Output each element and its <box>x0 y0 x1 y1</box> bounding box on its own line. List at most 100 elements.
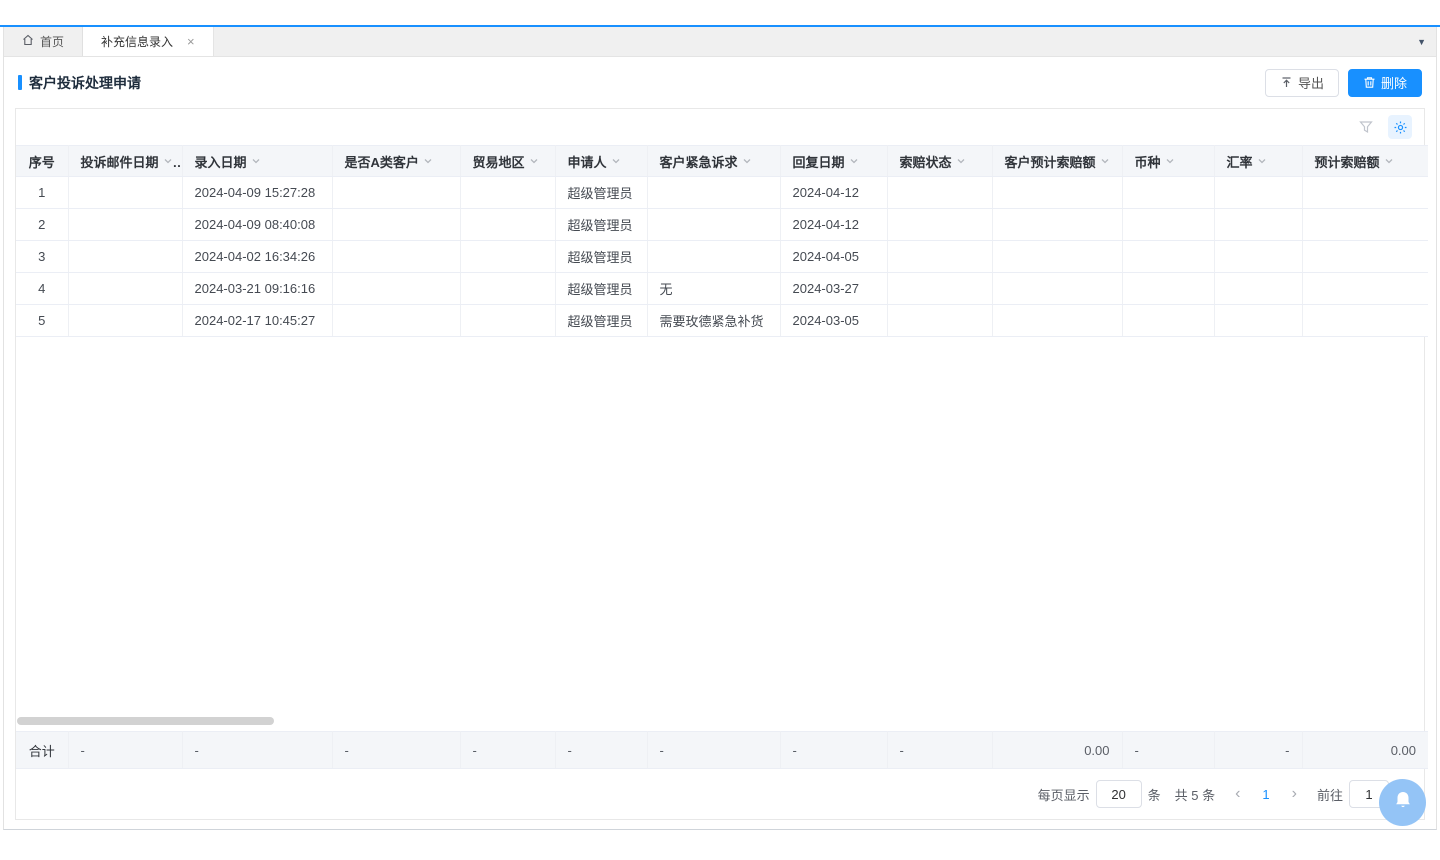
table-cell: 2024-04-12 <box>780 177 887 209</box>
table-cell <box>1122 305 1214 337</box>
table-header-cell[interactable]: 申请人 <box>555 146 647 177</box>
table-cell <box>1214 241 1302 273</box>
notification-fab[interactable] <box>1379 779 1426 826</box>
summary-cell: - <box>332 732 460 769</box>
next-page-icon[interactable]: › <box>1286 786 1303 802</box>
summary-cell: - <box>555 732 647 769</box>
summary-cell: - <box>1214 732 1302 769</box>
table-cell <box>647 209 780 241</box>
bell-icon <box>1392 789 1414 816</box>
table-cell <box>992 241 1122 273</box>
table-row[interactable]: 32024-04-02 16:34:26超级管理员2024-04-05 <box>16 241 1428 273</box>
table-row[interactable]: 42024-03-21 09:16:16超级管理员无2024-03-27 <box>16 273 1428 305</box>
table-row[interactable]: 52024-02-17 10:45:27超级管理员需要玫德紧急补货2024-03… <box>16 305 1428 337</box>
delete-button[interactable]: 删除 <box>1348 69 1422 97</box>
table-cell: 4 <box>16 273 68 305</box>
table-cell <box>460 273 555 305</box>
title-actions: 导出 删除 <box>1265 69 1422 97</box>
filter-icon[interactable] <box>1354 115 1378 139</box>
tab-home[interactable]: 首页 <box>4 27 83 56</box>
summary-cell: - <box>182 732 332 769</box>
table-header-cell[interactable]: 汇率 <box>1214 146 1302 177</box>
table-toolbar <box>16 109 1424 145</box>
table-header-cell[interactable]: 客户预计索赔额 <box>992 146 1122 177</box>
table-cell <box>68 273 182 305</box>
table-cell: 超级管理员 <box>555 241 647 273</box>
table-row[interactable]: 22024-04-09 08:40:08超级管理员2024-04-12 <box>16 209 1428 241</box>
sort-caret-icon <box>1165 156 1175 166</box>
table-header-cell[interactable]: 贸易地区 <box>460 146 555 177</box>
table-cell <box>1302 177 1428 209</box>
tab-active-label: 补充信息录入 <box>101 33 173 50</box>
top-strip <box>0 0 1440 25</box>
table-header-cell[interactable]: 币种 <box>1122 146 1214 177</box>
table-header-cell[interactable]: 回复日期 <box>780 146 887 177</box>
trash-icon <box>1363 76 1376 89</box>
table-cell: 超级管理员 <box>555 273 647 305</box>
table-cell <box>460 209 555 241</box>
summary-table: 合计--------0.00--0.00 <box>16 731 1428 769</box>
data-table: 序号投诉邮件日期录入日期是否A类客户贸易地区申请人客户紧急诉求回复日期索赔状态客… <box>16 145 1428 337</box>
table-empty-area <box>16 337 1424 731</box>
app-frame: 首页 补充信息录入 × ▼ 客户投诉处理申请 导出 删除 <box>3 27 1437 830</box>
table-header-cell[interactable]: 索赔状态 <box>887 146 992 177</box>
summary-cell: 合计 <box>16 732 68 769</box>
table-row[interactable]: 12024-04-09 15:27:28超级管理员2024-04-12 <box>16 177 1428 209</box>
summary-cell: 0.00 <box>1302 732 1428 769</box>
table-cell <box>332 177 460 209</box>
table-cell: 2024-02-17 10:45:27 <box>182 305 332 337</box>
table-cell <box>1302 305 1428 337</box>
table-cell: 2024-03-05 <box>780 305 887 337</box>
table-cell <box>992 209 1122 241</box>
tab-overflow-caret-icon[interactable]: ▼ <box>1417 27 1426 56</box>
table-cell <box>1302 209 1428 241</box>
table-header-cell[interactable]: 投诉邮件日期 <box>68 146 182 177</box>
table-cell <box>1214 305 1302 337</box>
page-number-current[interactable]: 1 <box>1252 787 1279 802</box>
table-header-cell: 序号 <box>16 146 68 177</box>
table-cell: 2024-03-27 <box>780 273 887 305</box>
per-page-input[interactable] <box>1096 780 1142 808</box>
table-cell <box>647 177 780 209</box>
tab-close-icon[interactable]: × <box>187 35 195 48</box>
table-cell <box>1302 241 1428 273</box>
sort-caret-icon <box>849 156 859 166</box>
table-cell: 2024-04-09 15:27:28 <box>182 177 332 209</box>
settings-gear-icon[interactable] <box>1388 115 1412 139</box>
summary-cell: - <box>887 732 992 769</box>
table-cell <box>332 305 460 337</box>
title-accent-bar <box>18 75 22 90</box>
table-cell <box>332 209 460 241</box>
tab-active[interactable]: 补充信息录入 × <box>83 27 214 56</box>
table-cell <box>460 241 555 273</box>
tab-home-label: 首页 <box>40 33 64 50</box>
table-cell <box>647 241 780 273</box>
table-header-cell[interactable]: 是否A类客户 <box>332 146 460 177</box>
table-cell <box>332 241 460 273</box>
table-cell <box>992 273 1122 305</box>
table-header-cell[interactable]: 录入日期 <box>182 146 332 177</box>
h-scrollbar-thumb[interactable] <box>17 717 274 725</box>
sort-caret-icon <box>956 156 966 166</box>
table-header-cell[interactable]: 预计索赔额 <box>1302 146 1428 177</box>
title-row: 客户投诉处理申请 导出 删除 <box>4 57 1436 108</box>
table-cell <box>68 209 182 241</box>
export-label: 导出 <box>1298 73 1324 92</box>
table-cell <box>460 305 555 337</box>
summary-row: 合计--------0.00--0.00 <box>16 732 1428 769</box>
sort-caret-icon <box>1384 156 1394 166</box>
table-cell: 超级管理员 <box>555 209 647 241</box>
summary-cell: - <box>68 732 182 769</box>
table-cell: 2024-04-09 08:40:08 <box>182 209 332 241</box>
table-cell: 无 <box>647 273 780 305</box>
sort-caret-icon <box>251 156 261 166</box>
table-cell: 超级管理员 <box>555 177 647 209</box>
table-cell: 5 <box>16 305 68 337</box>
page-title: 客户投诉处理申请 <box>29 73 141 93</box>
export-button[interactable]: 导出 <box>1265 69 1339 97</box>
table-header-cell[interactable]: 客户紧急诉求 <box>647 146 780 177</box>
table-cell <box>887 305 992 337</box>
prev-page-icon[interactable]: ‹ <box>1229 786 1246 802</box>
table-cell: 超级管理员 <box>555 305 647 337</box>
table-cell <box>887 273 992 305</box>
